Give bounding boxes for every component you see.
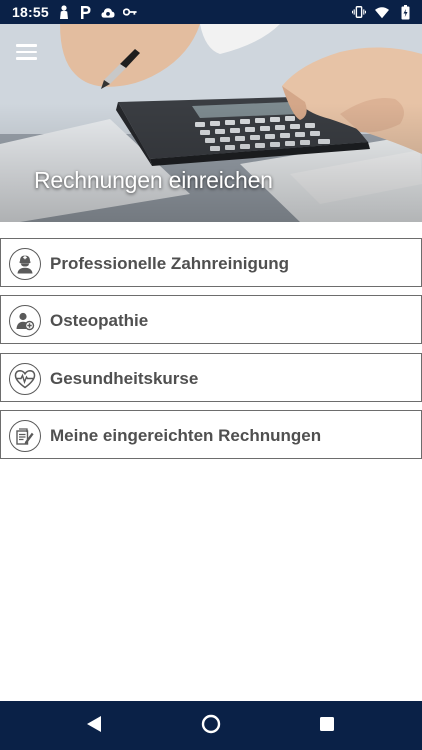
home-circle-icon [201, 714, 221, 739]
recents-button[interactable] [316, 715, 338, 737]
key-icon [122, 5, 137, 19]
home-button[interactable] [200, 714, 222, 739]
back-triangle-icon [86, 715, 102, 738]
heart-pulse-icon [9, 363, 41, 395]
document-edit-icon [9, 420, 41, 452]
list-item-zahnreinigung[interactable]: Professionelle Zahnreinigung [0, 238, 422, 287]
person-plus-icon [9, 305, 41, 337]
vibrate-icon [352, 5, 366, 19]
status-time: 18:55 [12, 4, 49, 20]
list-item-osteopathie[interactable]: Osteopathie [0, 295, 422, 344]
person-icon [57, 5, 71, 19]
hamburger-icon-line [16, 50, 37, 54]
parking-icon [79, 5, 93, 19]
list-item-label: Gesundheitskurse [50, 369, 199, 388]
page-title: Rechnungen einreichen [34, 167, 273, 193]
header-banner: Rechnungen einreichen [0, 24, 422, 222]
recents-square-icon [319, 716, 335, 737]
list-item-label: Osteopathie [50, 311, 149, 330]
list-item-label: Professionelle Zahnreinigung [50, 254, 289, 273]
list-item-eingereichte-rechnungen[interactable]: Meine eingereichten Rechnungen [0, 410, 422, 459]
status-bar: 18:55 [0, 0, 422, 24]
cloud-icon [101, 5, 115, 19]
navigation-bar [0, 701, 422, 750]
back-button[interactable] [83, 715, 105, 737]
wifi-icon [375, 5, 389, 19]
dentist-icon [9, 248, 41, 280]
menu-button[interactable] [16, 41, 42, 63]
hamburger-icon-line [16, 44, 37, 47]
list-item-label: Meine eingereichten Rechnungen [50, 426, 322, 445]
hamburger-icon-line [16, 57, 37, 60]
battery-icon [398, 4, 412, 19]
list-item-gesundheitskurse[interactable]: Gesundheitskurse [0, 353, 422, 402]
